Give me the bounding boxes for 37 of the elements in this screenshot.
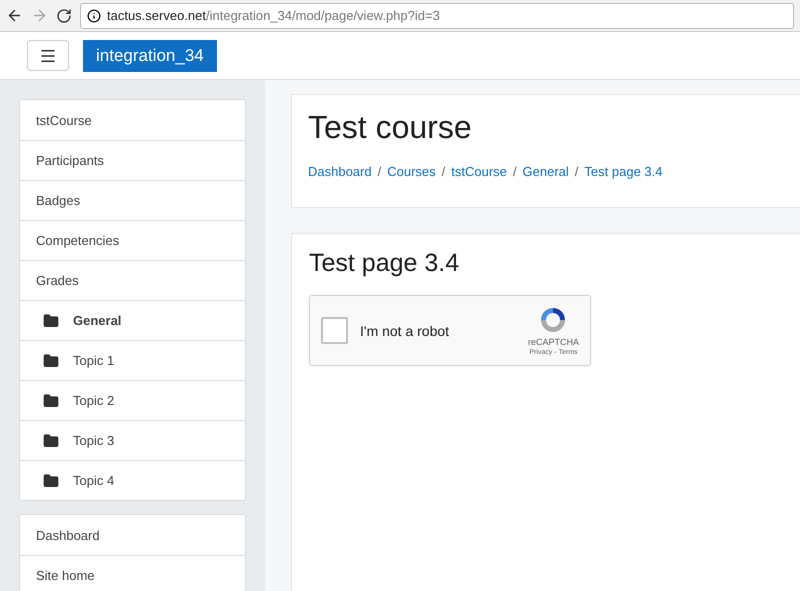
sidebar-item[interactable]: tstCourse bbox=[20, 100, 245, 140]
sidebar-item[interactable]: Topic 4 bbox=[20, 460, 245, 500]
folder-icon bbox=[43, 312, 59, 328]
breadcrumb-separator: / bbox=[512, 164, 517, 179]
folder-icon bbox=[43, 392, 59, 408]
folder-icon bbox=[43, 432, 59, 448]
sidebar-item[interactable]: Topic 2 bbox=[20, 380, 245, 420]
breadcrumb-link[interactable]: tstCourse bbox=[451, 164, 507, 179]
sidebar-item[interactable]: General bbox=[20, 300, 245, 340]
sidebar-item[interactable]: Competencies bbox=[20, 220, 245, 260]
reload-button[interactable] bbox=[56, 8, 72, 24]
sidebar-item[interactable]: Badges bbox=[20, 180, 245, 220]
breadcrumb-separator: / bbox=[574, 164, 578, 179]
sidebar-item[interactable]: Topic 3 bbox=[20, 420, 245, 460]
folder-icon bbox=[43, 352, 59, 368]
breadcrumb-separator: / bbox=[442, 164, 446, 179]
info-icon bbox=[87, 8, 101, 22]
breadcrumb-link[interactable]: Dashboard bbox=[308, 164, 372, 179]
sidebar-item[interactable]: Site home bbox=[20, 555, 245, 591]
sidebar-item[interactable]: Grades bbox=[20, 260, 245, 300]
page-title: Test page 3.4 bbox=[309, 249, 460, 278]
sidebar-item[interactable]: Topic 1 bbox=[20, 340, 245, 380]
sidebar-item[interactable]: Participants bbox=[20, 140, 245, 180]
captcha-label: I'm not a robot bbox=[360, 322, 450, 338]
recaptcha-brand: reCAPTCHA bbox=[528, 337, 579, 347]
menu-button[interactable] bbox=[27, 40, 69, 71]
sidebar-item[interactable]: Dashboard bbox=[20, 515, 245, 555]
breadcrumb-link[interactable]: Test page 3.4 bbox=[584, 164, 662, 179]
address-bar[interactable]: tactus.serveo.net/integration_34/mod/page/view.php?id=3 bbox=[80, 2, 794, 28]
folder-icon bbox=[43, 472, 59, 488]
breadcrumb-link[interactable]: Courses bbox=[387, 164, 436, 179]
site-name-link[interactable]: integration_34 bbox=[83, 40, 217, 72]
breadcrumb-link[interactable]: General bbox=[522, 164, 569, 179]
captcha-checkbox[interactable] bbox=[321, 317, 348, 344]
breadcrumb-separator: / bbox=[378, 164, 382, 179]
course-title: Test course bbox=[308, 109, 473, 146]
back-button[interactable] bbox=[6, 7, 23, 24]
